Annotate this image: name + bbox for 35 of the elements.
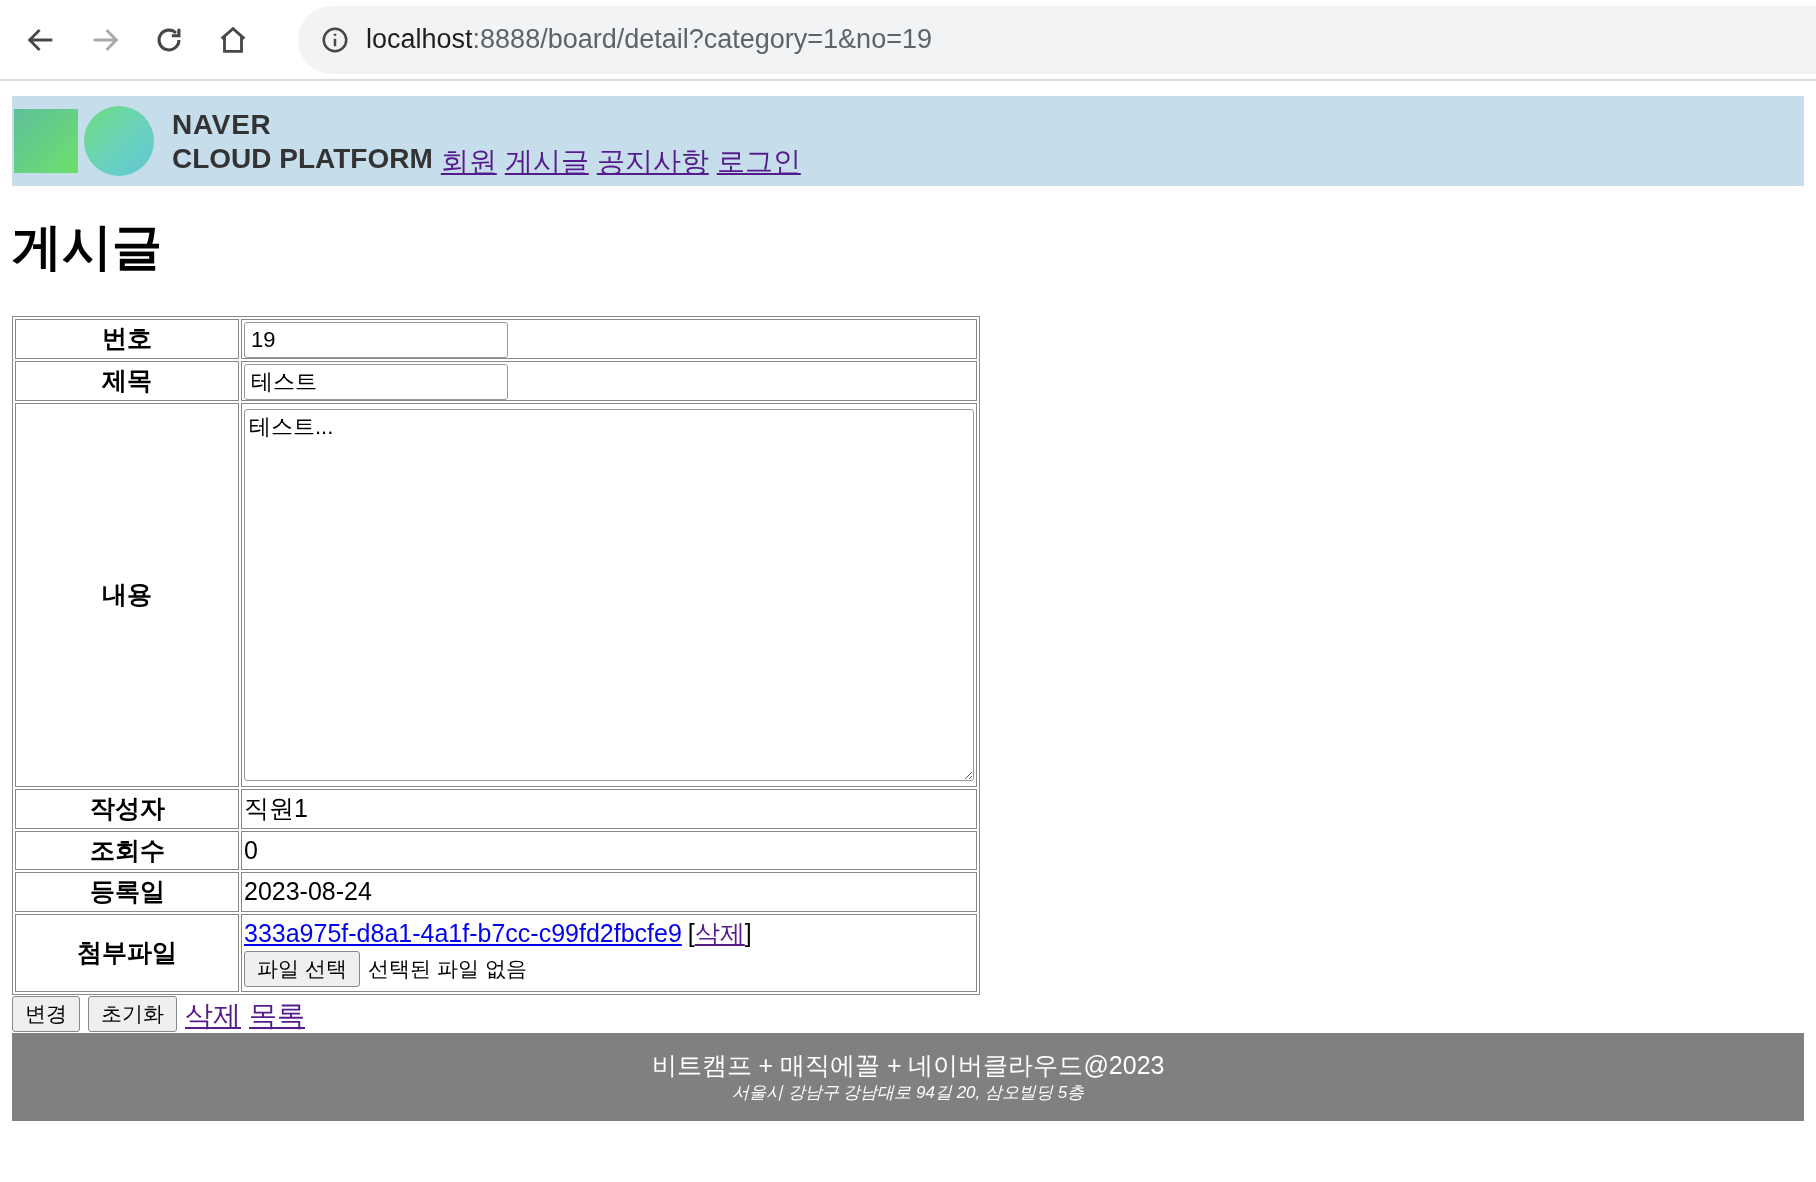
action-button[interactable]: 변경 (12, 995, 80, 1032)
address-bar[interactable]: localhost:8888/board/detail?category=1&no=19 (298, 5, 1816, 74)
row-label: 첨부파일 (15, 913, 239, 992)
table-cell: 0 (241, 830, 977, 870)
action-link[interactable]: 목록 (249, 1001, 305, 1030)
table-cell: 직원1 (241, 789, 977, 829)
address-text: 서울시 강남구 강남대로 94길 20, 삼오빌딩 5층 (731, 1081, 1085, 1103)
action-link[interactable]: 삭제 (185, 1001, 241, 1030)
choose-file-button[interactable]: 파일 선택 (244, 951, 360, 988)
row-label: 조회수 (15, 830, 239, 870)
delete-file-link[interactable]: 삭제 (694, 917, 745, 950)
no-file-text: 선택된 파일 없음 (367, 956, 527, 983)
row-label: 내용 (15, 403, 239, 787)
footer-text: 비트캠프 + 매직에꼴 + 네이버클라우드@2023 (651, 1050, 1165, 1082)
nav-link[interactable]: 공지사항 (596, 148, 709, 176)
logo-square-icon (14, 109, 78, 173)
bracket-text: [ (687, 917, 695, 949)
row-label: 등록일 (15, 872, 239, 912)
url-text: localhost:8888/board/detail?category=1&no=19 (366, 23, 932, 57)
input-field[interactable]: 테스트 (244, 364, 508, 400)
bracket-text: ] (744, 917, 752, 949)
logo-text: NAVER (172, 111, 273, 139)
nav-link[interactable]: 회원 (440, 148, 497, 176)
row-label: 제목 (15, 361, 239, 401)
input-field[interactable]: 19 (244, 322, 508, 358)
nav-link[interactable]: 게시글 (504, 148, 589, 176)
table-cell: 2023-08-24 (241, 872, 977, 912)
row-label: 번호 (15, 319, 239, 359)
logo-text: CLOUD PLATFORM (172, 145, 433, 173)
page-title: 게시글 (12, 222, 163, 272)
file-link[interactable]: 333a975f-d8a1-4a1f-b7cc-c99fd2fbcfe9 (244, 917, 682, 950)
action-button[interactable]: 초기화 (88, 995, 177, 1032)
row-label: 작성자 (15, 789, 239, 829)
nav-link[interactable]: 로그인 (716, 148, 801, 176)
content-textarea[interactable]: 테스트... (244, 409, 974, 781)
